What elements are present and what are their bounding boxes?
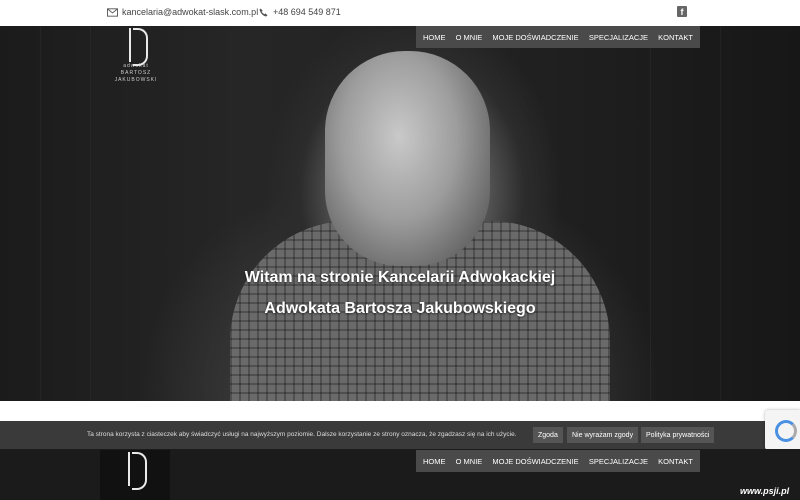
hero-title: Witam na stronie Kancelarii Adwokackiej … [200,262,600,324]
logo-line2: BARTOSZ JAKUBOWSKI [114,70,158,83]
cookie-text: Ta strona korzysta z ciasteczek aby świa… [87,431,517,438]
email-contact[interactable]: kancelaria@adwokat-slask.com.pl [107,7,258,17]
site-logo[interactable]: adwokat BARTOSZ JAKUBOWSKI [100,26,172,84]
cookie-policy-button[interactable]: Polityka prywatności [641,427,715,443]
nav-item-home[interactable]: HOME [423,33,446,42]
sticky-nav: HOME O MNIE MOJE DOŚWIADCZENIE SPECJALIZ… [416,450,700,472]
recaptcha-badge[interactable] [765,410,800,450]
phone-contact[interactable]: +48 694 549 871 [258,7,341,17]
email-text[interactable]: kancelaria@adwokat-slask.com.pl [122,7,258,17]
logo-mark [121,26,151,66]
nav-item-specjalizacje[interactable]: SPECJALIZACJE [589,457,648,466]
cookie-accept-button[interactable]: Zgoda [533,427,563,443]
phone-icon [259,7,268,17]
main-nav: HOME O MNIE MOJE DOŚWIADCZENIE SPECJALIZ… [416,26,700,48]
cookie-reject-button[interactable]: Nie wyrażam zgody [567,427,639,443]
cookie-banner: Ta strona korzysta z ciasteczek aby świa… [0,421,800,449]
nav-item-o-mnie[interactable]: O MNIE [456,457,483,466]
nav-item-o-mnie[interactable]: O MNIE [456,33,483,42]
content-band [0,401,800,421]
nav-item-doswiadczenie[interactable]: MOJE DOŚWIADCZENIE [492,457,578,466]
phone-text[interactable]: +48 694 549 871 [273,7,341,17]
nav-item-kontakt[interactable]: KONTAKT [658,33,693,42]
logo-mark [120,450,150,490]
nav-item-specjalizacje[interactable]: SPECJALIZACJE [589,33,648,42]
nav-item-doswiadczenie[interactable]: MOJE DOŚWIADCZENIE [492,33,578,42]
facebook-icon[interactable]: f [677,6,687,17]
nav-item-kontakt[interactable]: KONTAKT [658,457,693,466]
hero-title-line2: Adwokata Bartosza Jakubowskiego [264,300,536,317]
watermark: www.psji.pl [740,486,790,496]
top-bar: kancelaria@adwokat-slask.com.pl +48 694 … [0,0,800,26]
hero-photo-portrait [325,51,490,266]
nav-item-home[interactable]: HOME [423,457,446,466]
hero-title-line1: Witam na stronie Kancelarii Adwokackiej [244,269,556,286]
envelope-icon [107,7,118,17]
sticky-logo[interactable] [100,450,170,500]
